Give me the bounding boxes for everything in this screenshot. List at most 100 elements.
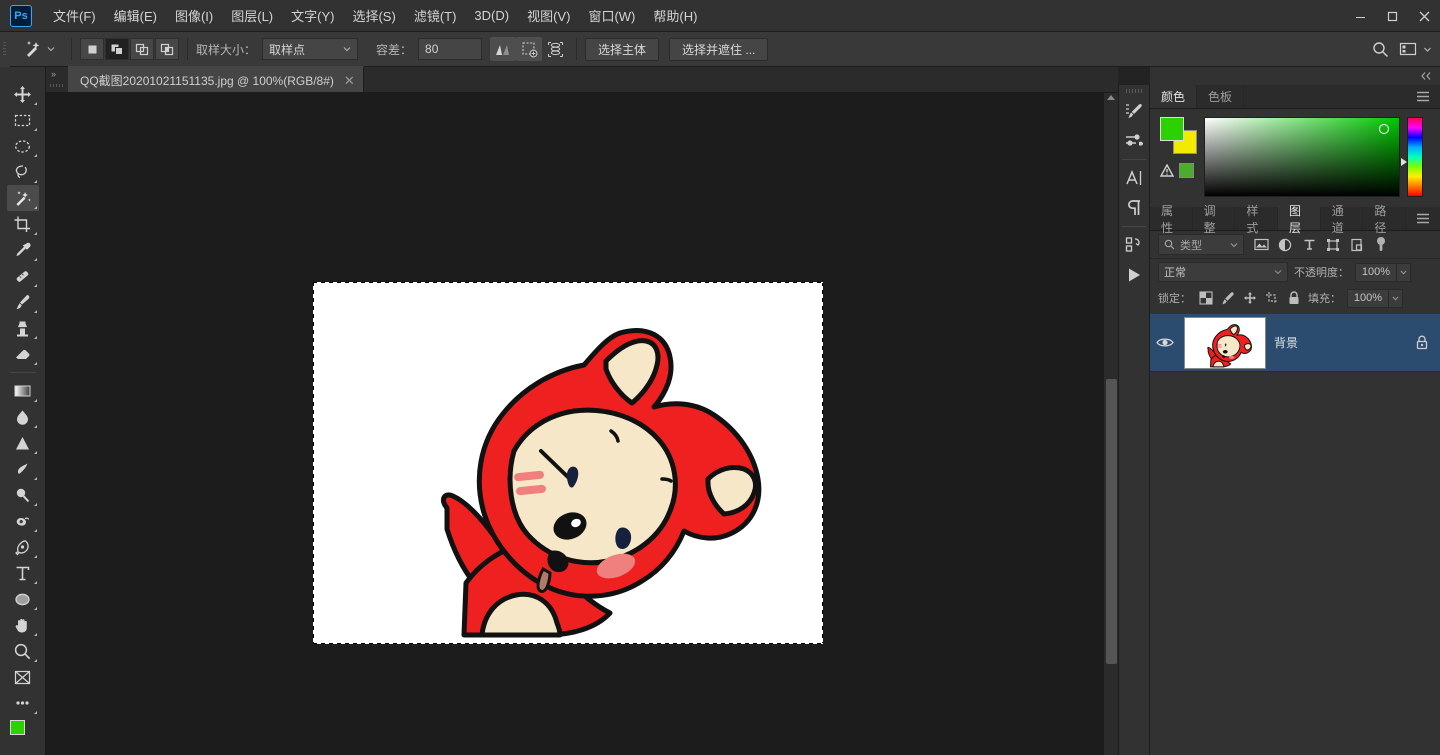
- select-and-mask-button[interactable]: 选择并遮住 ...: [669, 38, 768, 61]
- filter-pixel-icon[interactable]: [1250, 234, 1272, 256]
- gamut-warning[interactable]: [1160, 163, 1194, 178]
- menu-help[interactable]: 帮助(H): [644, 1, 706, 30]
- layer-name[interactable]: 背景: [1274, 334, 1404, 351]
- subtract-from-selection-button[interactable]: [130, 38, 154, 60]
- actions-panel-icon[interactable]: [1120, 230, 1148, 260]
- tolerance-input[interactable]: 80: [418, 38, 482, 60]
- tab-channels[interactable]: 通道: [1321, 207, 1364, 230]
- filter-adjustment-icon[interactable]: [1274, 234, 1296, 256]
- layers-panel-menu-icon[interactable]: [1406, 207, 1440, 230]
- maximize-button[interactable]: [1376, 0, 1408, 32]
- foreground-color-swatch[interactable]: [10, 720, 25, 735]
- canvas-area[interactable]: [46, 93, 1118, 755]
- foreground-color-swatch[interactable]: [1160, 117, 1184, 141]
- color-picker-handle[interactable]: [1379, 124, 1389, 134]
- minimize-button[interactable]: [1344, 0, 1376, 32]
- tab-adjustments[interactable]: 调整: [1193, 207, 1236, 230]
- gradient-tool[interactable]: [7, 378, 39, 404]
- layer-filter-type-select[interactable]: 类型: [1158, 234, 1244, 255]
- tool-preset-picker[interactable]: [14, 36, 63, 62]
- table-row[interactable]: 背景: [1150, 314, 1440, 372]
- select-subject-button[interactable]: 选择主体: [585, 38, 659, 61]
- zoom-tool[interactable]: [7, 638, 39, 664]
- rectangular-marquee-tool[interactable]: [7, 107, 39, 133]
- in-gamut-color-swatch[interactable]: [1179, 163, 1194, 178]
- paragraph-panel-icon[interactable]: [1120, 193, 1148, 223]
- type-tool[interactable]: [7, 560, 39, 586]
- artboard[interactable]: [314, 283, 822, 643]
- brush-presets-icon[interactable]: [1120, 126, 1148, 156]
- layer-thumbnail[interactable]: [1184, 317, 1266, 369]
- character-panel-icon[interactable]: [1120, 163, 1148, 193]
- fill-input[interactable]: 100%: [1347, 289, 1389, 308]
- menu-window[interactable]: 窗口(W): [579, 1, 644, 30]
- clone-stamp-tool[interactable]: [7, 315, 39, 341]
- layer-visibility-toggle[interactable]: [1154, 336, 1176, 349]
- burn-tool[interactable]: [7, 508, 39, 534]
- tab-layers[interactable]: 图层: [1278, 207, 1321, 230]
- tab-color[interactable]: 颜色: [1150, 85, 1197, 108]
- brush-settings-icon[interactable]: [1120, 96, 1148, 126]
- eyedropper-tool[interactable]: [7, 237, 39, 263]
- menu-3d[interactable]: 3D(D): [465, 3, 518, 28]
- foreground-background-swatch[interactable]: [8, 718, 38, 744]
- lock-transparent-pixels-icon[interactable]: [1197, 290, 1214, 307]
- close-icon[interactable]: ✕: [344, 74, 355, 87]
- lasso-tool[interactable]: [7, 159, 39, 185]
- more-tools[interactable]: [7, 690, 39, 716]
- close-button[interactable]: [1408, 0, 1440, 32]
- pen-tool[interactable]: [7, 534, 39, 560]
- hue-slider-handle[interactable]: [1401, 158, 1407, 166]
- contiguous-toggle[interactable]: [516, 37, 542, 61]
- menu-image[interactable]: 图像(I): [166, 1, 222, 30]
- crop-tool[interactable]: [7, 211, 39, 237]
- canvas-vertical-scrollbar[interactable]: [1103, 93, 1118, 755]
- menu-view[interactable]: 视图(V): [518, 1, 579, 30]
- menu-file[interactable]: 文件(F): [44, 1, 105, 30]
- lock-all-icon[interactable]: [1285, 290, 1302, 307]
- intersect-selection-button[interactable]: [155, 38, 179, 60]
- elliptical-marquee-tool[interactable]: [7, 133, 39, 159]
- anti-alias-toggle[interactable]: [490, 37, 516, 61]
- move-tool[interactable]: [7, 81, 39, 107]
- filter-type-icon[interactable]: [1298, 234, 1320, 256]
- new-selection-button[interactable]: [80, 38, 104, 60]
- blend-mode-select[interactable]: 正常: [1158, 262, 1288, 282]
- options-bar-grip[interactable]: [0, 32, 10, 67]
- filter-shape-icon[interactable]: [1322, 234, 1344, 256]
- tab-properties[interactable]: 属性: [1150, 207, 1193, 230]
- eraser-tool[interactable]: [7, 341, 39, 367]
- dodge-tool[interactable]: [7, 482, 39, 508]
- lock-image-pixels-icon[interactable]: [1219, 290, 1236, 307]
- menu-edit[interactable]: 编辑(E): [105, 1, 166, 30]
- ellipse-shape-tool[interactable]: [7, 586, 39, 612]
- magic-wand-tool[interactable]: [7, 185, 39, 211]
- opacity-stepper[interactable]: [1397, 263, 1411, 282]
- default-colors-tool[interactable]: [7, 664, 39, 690]
- panel-collapse-button[interactable]: [1150, 67, 1440, 85]
- tab-bar-grip[interactable]: »: [46, 66, 68, 92]
- scroll-up-arrow-icon[interactable]: [1107, 95, 1115, 100]
- hand-tool[interactable]: [7, 612, 39, 638]
- chevron-down-icon[interactable]: [1423, 45, 1432, 54]
- tab-styles[interactable]: 样式: [1235, 207, 1278, 230]
- blur-tool[interactable]: [7, 404, 39, 430]
- lock-artboard-icon[interactable]: [1263, 290, 1280, 307]
- sample-all-layers-toggle[interactable]: [542, 37, 568, 61]
- workspace-switcher-icon[interactable]: [1395, 37, 1421, 61]
- lock-position-icon[interactable]: [1241, 290, 1258, 307]
- menu-type[interactable]: 文字(Y): [282, 1, 343, 30]
- dock-grip[interactable]: [1126, 89, 1142, 93]
- brush-tool[interactable]: [7, 289, 39, 315]
- opacity-input[interactable]: 100%: [1355, 263, 1397, 282]
- add-to-selection-button[interactable]: [105, 38, 129, 60]
- healing-brush-tool[interactable]: [7, 263, 39, 289]
- filter-smart-object-icon[interactable]: [1346, 234, 1368, 256]
- fill-stepper[interactable]: [1389, 289, 1403, 308]
- tab-swatches[interactable]: 色板: [1197, 85, 1244, 108]
- scrollbar-thumb[interactable]: [1106, 379, 1117, 664]
- document-tab[interactable]: QQ截图20201021151135.jpg @ 100%(RGB/8#) ✕: [68, 66, 364, 92]
- menu-filter[interactable]: 滤镜(T): [405, 1, 466, 30]
- color-panel-menu-icon[interactable]: [1406, 85, 1440, 108]
- saturation-value-field[interactable]: [1204, 117, 1400, 197]
